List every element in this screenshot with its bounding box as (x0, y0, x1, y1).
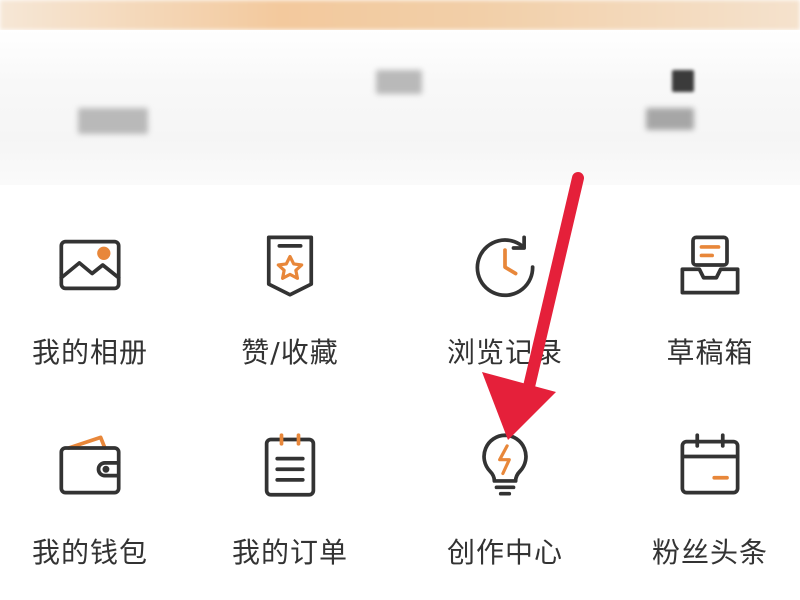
orders-clipboard-icon (254, 429, 326, 501)
menu-item-label: 粉丝头条 (651, 536, 768, 569)
stat-left[interactable] (78, 108, 148, 134)
menu-item-orders[interactable]: 我的订单 (190, 395, 390, 585)
blurred-stat-value (376, 70, 422, 94)
calendar-icon (674, 429, 746, 501)
menu-item-browsing-history[interactable]: 浏览记录 (405, 195, 605, 385)
drafts-inbox-icon (674, 229, 746, 301)
menu-item-fans-headline[interactable]: 粉丝头条 (610, 395, 800, 585)
blurred-stat-label (646, 108, 694, 130)
menu-item-label: 浏览记录 (446, 336, 563, 369)
menu-item-label: 赞/收藏 (241, 336, 339, 369)
stat-center[interactable] (376, 70, 422, 94)
menu-item-label: 我的钱包 (31, 536, 148, 569)
wallet-icon (54, 429, 126, 501)
menu-item-likes-favorites[interactable]: 赞/收藏 (190, 195, 390, 385)
menu-item-creation-center[interactable]: 创作中心 (405, 395, 605, 585)
menu-item-label: 我的订单 (231, 536, 348, 569)
history-clock-icon (469, 229, 541, 301)
profile-screen: 我的相册 赞/收藏 浏览记录 草稿箱 我的钱包 我的订单 创作中心 粉丝头条 (0, 0, 800, 600)
header-gradient-strip (0, 0, 800, 30)
menu-item-photo-album[interactable]: 我的相册 (0, 195, 190, 385)
photo-album-icon (54, 229, 126, 301)
favorites-badge-icon (254, 229, 326, 301)
creation-bulb-icon (469, 429, 541, 501)
menu-item-drafts[interactable]: 草稿箱 (610, 195, 800, 385)
blurred-stat-value (78, 108, 148, 134)
menu-item-wallet[interactable]: 我的钱包 (0, 395, 190, 585)
stat-right[interactable] (646, 70, 694, 130)
menu-grid: 我的相册 赞/收藏 浏览记录 草稿箱 我的钱包 我的订单 创作中心 粉丝头条 (0, 195, 800, 600)
profile-stats-band (0, 30, 800, 185)
blurred-stat-value (672, 70, 694, 92)
menu-item-label: 创作中心 (446, 536, 563, 569)
menu-item-label: 草稿箱 (666, 336, 754, 369)
menu-item-label: 我的相册 (31, 336, 148, 369)
